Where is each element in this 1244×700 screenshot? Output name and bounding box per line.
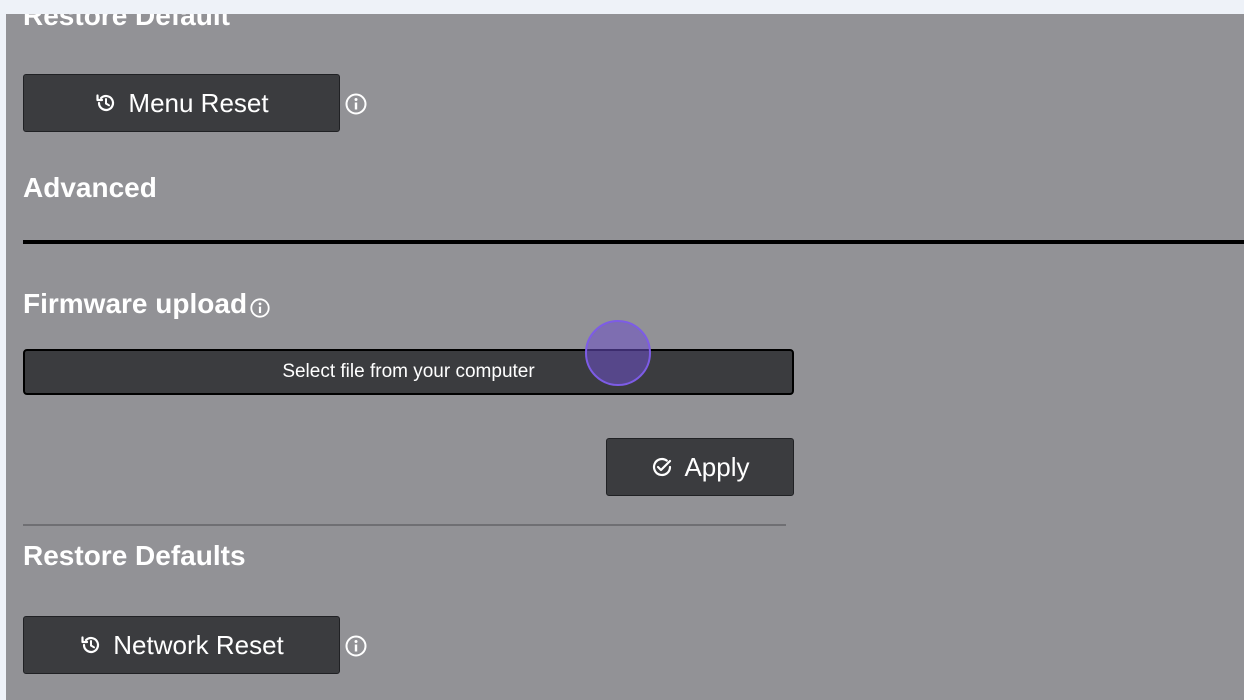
firmware-upload-heading: Firmware upload <box>23 288 271 320</box>
info-icon[interactable] <box>344 634 368 658</box>
section-divider <box>23 524 786 526</box>
menu-reset-label: Menu Reset <box>128 87 269 118</box>
file-select-label: Select file from your computer <box>282 361 535 382</box>
firmware-file-input[interactable]: Select file from your computer <box>23 349 794 395</box>
settings-panel: Restore Default Menu Reset Advanced Firm… <box>6 14 1244 700</box>
firmware-upload-label: Firmware upload <box>23 288 248 319</box>
apply-label: Apply <box>684 451 750 482</box>
history-icon <box>79 633 103 657</box>
check-circle-icon <box>650 455 674 479</box>
click-indicator <box>585 320 651 386</box>
apply-button[interactable]: Apply <box>606 438 794 496</box>
section-divider <box>23 240 1244 244</box>
network-reset-label: Network Reset <box>113 629 284 660</box>
advanced-heading: Advanced <box>23 172 157 203</box>
network-reset-button[interactable]: Network Reset <box>23 616 340 674</box>
restore-defaults-heading: Restore Defaults <box>23 540 246 571</box>
info-icon[interactable] <box>249 297 271 319</box>
history-icon <box>94 91 118 115</box>
menu-reset-button[interactable]: Menu Reset <box>23 74 340 132</box>
restore-default-heading: Restore Default <box>23 14 230 31</box>
info-icon[interactable] <box>344 92 368 116</box>
